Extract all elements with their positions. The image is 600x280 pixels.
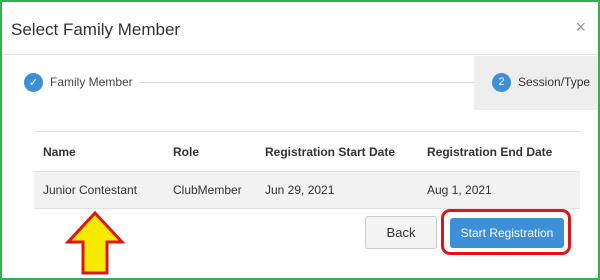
cell-end-date: Aug 1, 2021: [418, 171, 580, 209]
step-number-badge: 2: [492, 72, 511, 92]
step-family-member[interactable]: ✓ Family Member: [24, 72, 133, 92]
modal-header: Select Family Member ×: [2, 2, 598, 55]
table-row[interactable]: Junior Contestant ClubMember Jun 29, 202…: [34, 171, 580, 209]
step-session-type[interactable]: 2 Session/Type: [492, 72, 590, 92]
check-icon: ✓: [24, 72, 43, 92]
up-arrow-icon: [65, 210, 125, 275]
cell-start-date: Jun 29, 2021: [256, 171, 418, 209]
table-header-row: Name Role Registration Start Date Regist…: [34, 131, 580, 172]
column-header-end-date: Registration End Date: [418, 131, 580, 172]
column-header-start-date: Registration Start Date: [256, 131, 418, 172]
column-header-role: Role: [164, 131, 256, 172]
stepper-connector: [140, 82, 478, 83]
registration-stepper: ✓ Family Member 2 Session/Type: [2, 56, 598, 110]
start-registration-button[interactable]: Start Registration: [450, 218, 564, 248]
step-label: Family Member: [50, 75, 133, 89]
family-member-table: Name Role Registration Start Date Regist…: [34, 131, 580, 209]
close-button[interactable]: ×: [575, 18, 586, 36]
step-label: Session/Type: [518, 75, 591, 89]
cell-role: ClubMember: [164, 171, 256, 209]
cell-name: Junior Contestant: [34, 171, 164, 209]
modal-title: Select Family Member: [11, 20, 181, 39]
back-button[interactable]: Back: [365, 216, 437, 249]
column-header-name: Name: [34, 131, 164, 172]
